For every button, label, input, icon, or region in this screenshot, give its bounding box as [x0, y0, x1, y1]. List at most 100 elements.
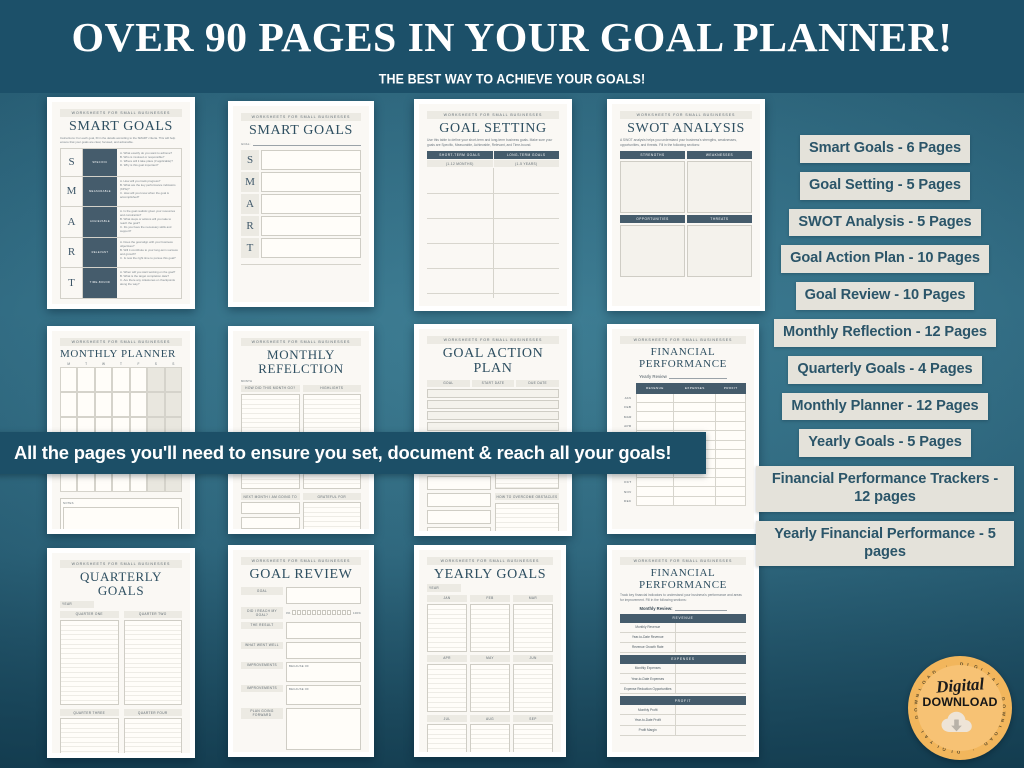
- cell-revenue[interactable]: [635, 477, 675, 488]
- list-item-monthly-planner[interactable]: Monthly Planner - 12 Pages: [782, 392, 988, 421]
- row-value-field[interactable]: [675, 622, 746, 632]
- table-row[interactable]: Profit Margin: [620, 725, 746, 736]
- list-item-yearly-goals[interactable]: Yearly Goals - 5 Pages: [799, 429, 971, 458]
- worksheet-financial-performance-tracker[interactable]: WORKSHEETS FOR SMALL BUSINESSES FINANCIA…: [607, 324, 759, 534]
- cell-profit[interactable]: [715, 467, 746, 479]
- table-row[interactable]: Revenue Growth Rate: [620, 642, 746, 654]
- table-row[interactable]: MAR: [620, 411, 746, 422]
- worksheet-swot-analysis[interactable]: WORKSHEETS FOR SMALL BUSINESSES SWOT ANA…: [607, 99, 765, 311]
- worksheet-smart-goals-detailed[interactable]: WORKSHEETS FOR SMALL BUSINESSES SMART GO…: [47, 97, 195, 309]
- row-value-field[interactable]: [675, 632, 746, 642]
- month-entry-area[interactable]: [470, 724, 510, 752]
- cell-profit[interactable]: [715, 420, 746, 432]
- row-entry-box[interactable]: [286, 621, 361, 639]
- table-row[interactable]: Expense Reduction Opportunities: [620, 684, 746, 695]
- goal-setting-entry-area[interactable]: [427, 168, 559, 299]
- table-row[interactable]: DEC: [620, 495, 746, 507]
- cell-profit[interactable]: [715, 439, 746, 450]
- calendar-cell[interactable]: [164, 367, 182, 393]
- cell-profit[interactable]: [715, 448, 746, 460]
- calendar-cell[interactable]: [129, 367, 148, 393]
- swot-cell-threats[interactable]: [687, 224, 752, 277]
- yearly-review-field[interactable]: [668, 374, 727, 380]
- worksheet-goal-action-plan[interactable]: WORKSHEETS FOR SMALL BUSINESSES GOAL ACT…: [414, 324, 572, 536]
- cell-revenue[interactable]: [635, 486, 675, 497]
- smart-entry-box[interactable]: [261, 172, 361, 193]
- calendar-cell[interactable]: [94, 392, 113, 418]
- calendar-cell[interactable]: [112, 392, 130, 418]
- calendar-cell[interactable]: [60, 392, 78, 418]
- worksheet-goal-review[interactable]: WORKSHEETS FOR SMALL BUSINESSES GOAL REV…: [228, 545, 374, 757]
- calendar-cell[interactable]: [77, 367, 95, 393]
- row-value-field[interactable]: [675, 715, 746, 725]
- cell-revenue[interactable]: [635, 401, 675, 413]
- worksheet-monthly-reflection[interactable]: WORKSHEETS FOR SMALL BUSINESSES MONTHLY …: [228, 326, 374, 534]
- section-entry-area[interactable]: [241, 502, 300, 515]
- quarter-entry-area[interactable]: [123, 619, 182, 705]
- quarter-entry-area[interactable]: [60, 619, 119, 705]
- worksheet-quarterly-goals[interactable]: WORKSHEETS FOR SMALL BUSINESSES QUARTERL…: [47, 548, 195, 758]
- list-item-goal-review[interactable]: Goal Review - 10 Pages: [795, 282, 975, 310]
- calendar-cell[interactable]: [112, 367, 130, 393]
- row-entry-box[interactable]: BECAUSE OF: [286, 661, 361, 682]
- goal-entry-line[interactable]: [427, 410, 559, 420]
- cell-expenses[interactable]: [673, 392, 717, 403]
- cell-expenses[interactable]: [673, 495, 717, 507]
- action-step-box[interactable]: [427, 476, 491, 491]
- list-item-quarterly-goals[interactable]: Quarterly Goals - 4 Pages: [788, 355, 982, 384]
- list-item-swot-analysis[interactable]: SWOT Analysis - 5 Pages: [789, 208, 981, 237]
- list-item-monthly-reflection[interactable]: Monthly Reflection - 12 Pages: [774, 318, 996, 347]
- calendar-cell[interactable]: [164, 392, 182, 418]
- row-entry-box[interactable]: [286, 641, 361, 659]
- calendar-cell[interactable]: [147, 367, 165, 393]
- cell-revenue[interactable]: [635, 411, 675, 422]
- list-item-goal-action-plan[interactable]: Goal Action Plan - 10 Pages: [781, 245, 989, 274]
- table-row[interactable]: Year-to-Date Profit: [620, 715, 746, 726]
- table-row[interactable]: OCT: [620, 477, 746, 488]
- section-entry-area[interactable]: [241, 517, 300, 529]
- worksheet-goal-setting[interactable]: WORKSHEETS FOR SMALL BUSINESSES GOAL SET…: [414, 99, 572, 311]
- cell-profit[interactable]: [715, 477, 746, 488]
- calendar-cell[interactable]: [77, 392, 95, 418]
- row-value-field[interactable]: [675, 705, 746, 715]
- list-item-smart-goals[interactable]: Smart Goals - 6 Pages: [799, 135, 970, 163]
- smart-entry-box[interactable]: [261, 238, 361, 259]
- list-item-yearly-financial-performance[interactable]: Yearly Financial Performance - 5 pages: [756, 520, 1014, 567]
- cell-profit[interactable]: [715, 392, 746, 403]
- table-row[interactable]: Monthly Revenue: [620, 622, 746, 633]
- calendar-cell[interactable]: [94, 367, 113, 393]
- goal-entry-line[interactable]: [427, 388, 559, 398]
- goal-entry-line[interactable]: [427, 421, 559, 431]
- cell-profit[interactable]: [715, 430, 746, 441]
- month-entry-area[interactable]: [470, 663, 510, 712]
- smart-entry-box[interactable]: [261, 150, 361, 171]
- row-entry-box[interactable]: [286, 707, 361, 750]
- table-row[interactable]: Monthly Profit: [620, 705, 746, 716]
- cell-profit[interactable]: [715, 495, 746, 507]
- overcome-entry-area[interactable]: [495, 503, 559, 531]
- calendar-cell[interactable]: [129, 392, 148, 418]
- cell-revenue[interactable]: [635, 392, 675, 403]
- month-entry-area[interactable]: [513, 663, 553, 712]
- calendar-cell[interactable]: [60, 367, 78, 393]
- table-row[interactable]: APR: [620, 420, 746, 432]
- action-step-box[interactable]: [427, 510, 491, 525]
- swot-cell-weaknesses[interactable]: [687, 160, 752, 213]
- calendar-cell[interactable]: [147, 392, 165, 418]
- row-value-field[interactable]: [675, 663, 746, 674]
- goal-entry-line[interactable]: [427, 399, 559, 409]
- month-entry-area[interactable]: [427, 603, 467, 652]
- list-item-goal-setting[interactable]: Goal Setting - 5 Pages: [800, 171, 970, 200]
- worksheet-monthly-planner[interactable]: WORKSHEETS FOR SMALL BUSINESSES MONTHLY …: [47, 326, 195, 534]
- month-entry-area[interactable]: [513, 724, 553, 752]
- notes-box[interactable]: NOTES: [60, 498, 182, 529]
- month-entry-area[interactable]: [427, 663, 467, 712]
- goal-field-line[interactable]: [252, 141, 361, 147]
- cell-profit[interactable]: [715, 458, 746, 469]
- table-row[interactable]: Year-to-Date Revenue: [620, 632, 746, 643]
- month-entry-area[interactable]: [427, 724, 467, 752]
- table-row[interactable]: NOV: [620, 486, 746, 497]
- row-entry-box[interactable]: BECAUSE OF: [286, 684, 361, 705]
- worksheet-yearly-goals[interactable]: WORKSHEETS FOR SMALL BUSINESSES YEARLY G…: [414, 545, 566, 757]
- progress-cells[interactable]: [292, 610, 352, 616]
